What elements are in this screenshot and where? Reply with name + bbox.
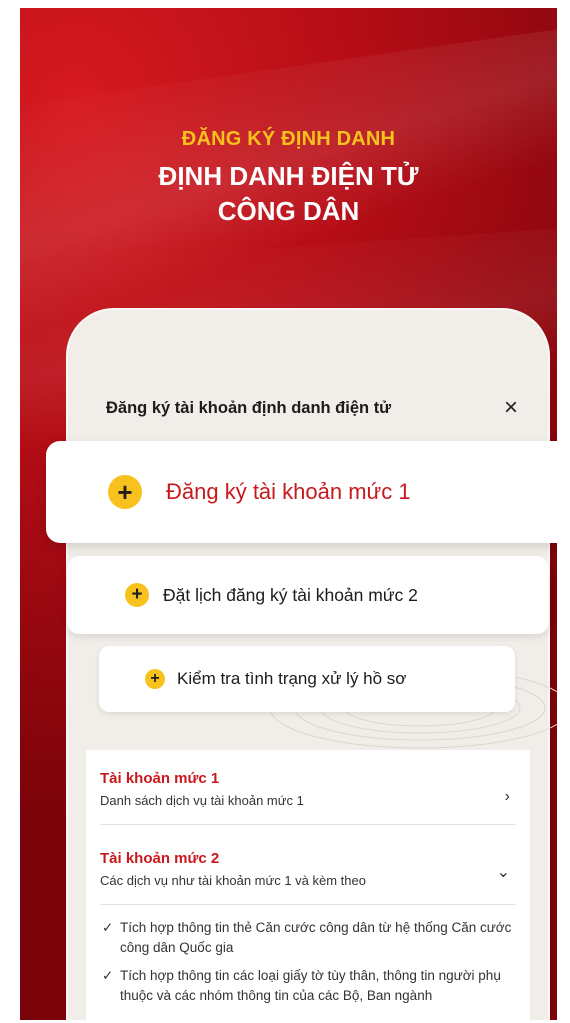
check-icon: ✓: [102, 920, 114, 935]
account-levels-panel: Tài khoản mức 1 Danh sách dịch vụ tài kh…: [86, 750, 530, 1020]
level2-feature-list: ✓ Tích hợp thông tin thẻ Căn cước công d…: [102, 918, 514, 1014]
close-icon[interactable]: ×: [504, 396, 518, 420]
level2-title: Tài khoản mức 2: [100, 850, 220, 867]
register-level1-button[interactable]: + Đăng ký tài khoản mức 1: [46, 441, 557, 543]
check-status-button[interactable]: + Kiểm tra tình trạng xử lý hồ sơ: [99, 646, 515, 712]
hero-supertitle: ĐĂNG KÝ ĐỊNH DANH: [181, 128, 396, 150]
schedule-level2-label: Đặt lịch đăng ký tài khoản mức 2: [163, 584, 418, 605]
level2-row[interactable]: Tài khoản mức 2 Các dịch vụ như tài khoả…: [100, 850, 516, 888]
plus-icon: +: [125, 583, 149, 607]
dialog-title: Đăng ký tài khoản định danh điện tử: [106, 398, 392, 417]
check-status-label: Kiểm tra tình trạng xử lý hồ sơ: [177, 669, 407, 688]
chevron-down-icon: ⌄: [496, 864, 510, 881]
app-screen: ĐĂNG KÝ ĐỊNH DANH ĐỊNH DANH ĐIỆN TỬ CÔNG…: [20, 8, 557, 1020]
register-level1-label: Đăng ký tài khoản mức 1: [166, 479, 411, 504]
hero-title-line2: CÔNG DÂN: [217, 196, 360, 226]
chevron-right-icon: ›: [504, 788, 510, 805]
hero-title: ĐỊNH DANH ĐIỆN TỬ CÔNG DÂN: [20, 159, 557, 229]
check-icon: ✓: [102, 968, 114, 983]
feature-text: Tích hợp thông tin thẻ Căn cước công dân…: [120, 920, 512, 955]
divider: [100, 904, 516, 905]
level1-title: Tài khoản mức 1: [100, 770, 220, 787]
hero-header: ĐĂNG KÝ ĐỊNH DANH ĐỊNH DANH ĐIỆN TỬ CÔNG…: [20, 128, 557, 229]
level2-subtitle: Các dịch vụ như tài khoản mức 1 và kèm t…: [100, 873, 366, 888]
plus-icon: +: [108, 475, 142, 509]
hero-title-line1: ĐỊNH DANH ĐIỆN TỬ: [158, 161, 419, 191]
level1-subtitle: Danh sách dịch vụ tài khoản mức 1: [100, 793, 304, 808]
level1-row[interactable]: Tài khoản mức 1 Danh sách dịch vụ tài kh…: [100, 770, 516, 808]
list-item: ✓ Tích hợp thông tin thẻ Căn cước công d…: [102, 918, 514, 958]
list-item: ✓ Tích hợp thông tin các loại giấy tờ tù…: [102, 966, 514, 1006]
schedule-level2-button[interactable]: + Đặt lịch đăng ký tài khoản mức 2: [67, 556, 549, 634]
feature-text: Tích hợp thông tin các loại giấy tờ tùy …: [120, 968, 501, 1003]
dialog-header: Đăng ký tài khoản định danh điện tử ×: [106, 396, 518, 420]
plus-icon: +: [145, 669, 165, 689]
divider: [100, 824, 516, 825]
